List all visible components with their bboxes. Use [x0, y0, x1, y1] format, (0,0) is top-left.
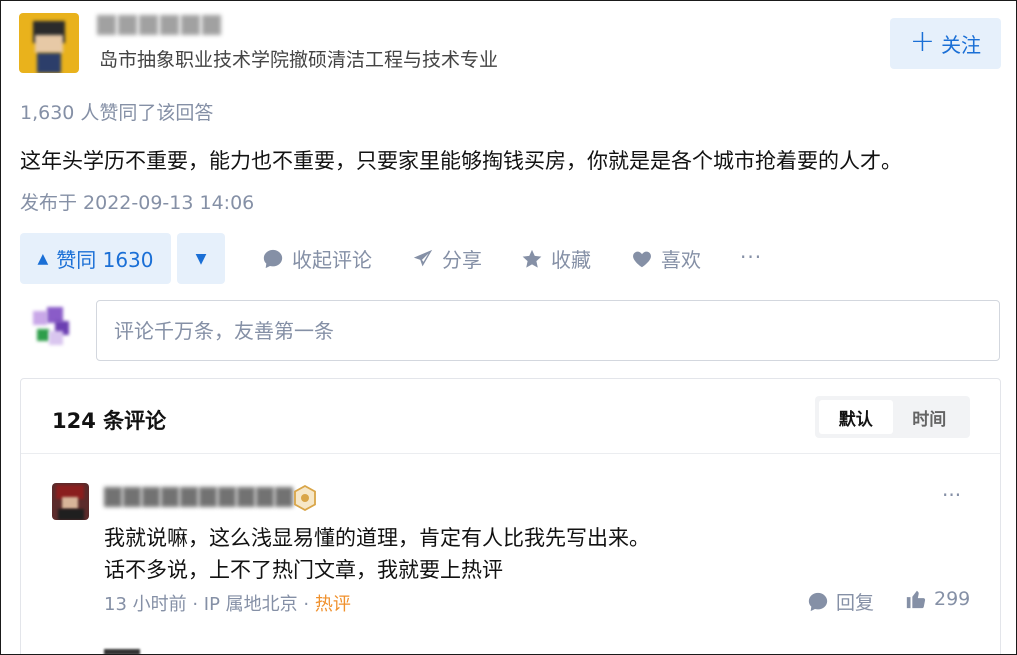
commenter-name[interactable]: [104, 487, 293, 509]
caret-down-icon: ▼: [195, 250, 207, 267]
comment-like-button[interactable]: 299: [905, 588, 970, 610]
collapse-comments-label: 收起评论: [292, 248, 372, 272]
heart-icon: [633, 251, 651, 267]
follow-button[interactable]: + 关注: [890, 18, 1001, 69]
author-bio: 岛市抽象职业技术学院撤硕清洁工程与技术专业: [99, 49, 499, 71]
like-button[interactable]: 喜欢: [631, 233, 701, 284]
share-button[interactable]: 分享: [412, 233, 482, 284]
share-label: 分享: [442, 248, 482, 272]
comment-text: 我就说嘛，这么浅显易懂的道理，肯定有人比我先写出来。 话不多说，上不了热门文章，…: [104, 522, 650, 586]
comment-more-icon[interactable]: ···: [942, 483, 961, 507]
author-name[interactable]: [97, 15, 221, 37]
upvote-button[interactable]: ▲ 赞同 1630: [20, 233, 171, 284]
current-user-avatar: [25, 301, 77, 353]
divider: [21, 453, 1000, 454]
favorite-button[interactable]: 收藏: [521, 233, 591, 284]
downvote-button[interactable]: ▼: [177, 233, 225, 284]
author-avatar[interactable]: [19, 13, 79, 73]
vote-summary: 1,630 人赞同了该回答: [20, 102, 214, 124]
comments-count-title: 124 条评论: [52, 409, 167, 433]
share-icon: [413, 249, 433, 266]
comment-line: 话不多说，上不了热门文章，我就要上热评: [104, 558, 503, 582]
comment-input[interactable]: [96, 300, 1000, 361]
comment-line: 我就说嘛，这么浅显易懂的道理，肯定有人比我先写出来。: [104, 526, 650, 550]
comment-meta: 13 小时前 · IP 属地北京 · 热评: [104, 590, 351, 616]
comment-sort-toggle: 默认 时间: [815, 396, 970, 438]
comment-time-location: 13 小时前 · IP 属地北京 ·: [104, 594, 315, 615]
favorite-label: 收藏: [551, 248, 591, 272]
sort-time-button[interactable]: 时间: [893, 400, 967, 434]
comment-icon: [263, 249, 283, 268]
more-icon[interactable]: ···: [740, 245, 762, 269]
badge-icon: [294, 485, 316, 511]
comment-icon: [808, 592, 828, 611]
answer-text: 这年头学历不重要，能力也不重要，只要家里能够掏钱买房，你就是是各个城市抢着要的人…: [20, 149, 902, 173]
comment-like-count: 299: [934, 588, 971, 610]
publish-time[interactable]: 发布于 2022-09-13 14:06: [20, 188, 254, 215]
follow-label: 关注: [941, 33, 982, 57]
reply-button[interactable]: 回复: [807, 588, 874, 615]
caret-up-icon: ▲: [37, 250, 49, 267]
comments-panel: 124 条评论 默认 时间 ··· 我就说嘛，这么浅显易懂的道理，肯定有人比我先…: [20, 378, 1001, 654]
like-label: 喜欢: [661, 248, 701, 272]
star-icon: [522, 249, 542, 268]
commenter-avatar[interactable]: [52, 483, 89, 520]
collapse-comments-button[interactable]: 收起评论: [262, 233, 372, 284]
next-comment-stub: [104, 649, 140, 654]
answer-card: 岛市抽象职业技术学院撤硕清洁工程与技术专业 + 关注 1,630 人赞同了该回答…: [0, 0, 1017, 655]
thumb-up-icon: [906, 590, 926, 609]
upvote-label: 赞同 1630: [56, 248, 154, 272]
sort-default-button[interactable]: 默认: [819, 400, 893, 434]
plus-icon: +: [909, 24, 936, 59]
reply-label: 回复: [836, 592, 875, 614]
hot-comment-tag: 热评: [314, 594, 351, 615]
